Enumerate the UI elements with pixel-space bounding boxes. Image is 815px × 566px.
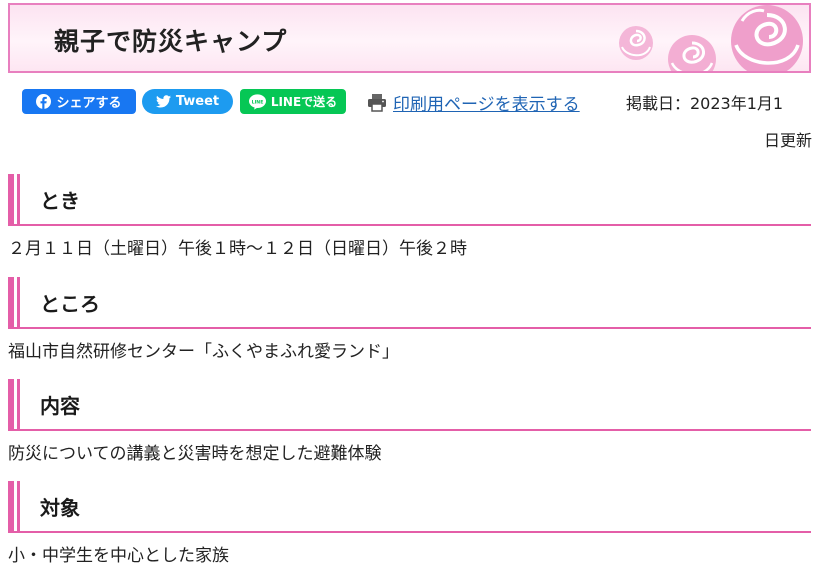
section-heading-target: 対象 xyxy=(8,481,811,533)
section-body-when: ２月１１日（土曜日）午後１時～１２日（日曜日）午後２時 xyxy=(8,239,467,259)
print-page-label: 印刷用ページを表示する xyxy=(393,95,580,115)
facebook-icon xyxy=(36,94,52,109)
print-page-link[interactable]: 印刷用ページを表示する xyxy=(367,90,580,115)
facebook-share-button[interactable]: シェアする xyxy=(22,89,136,114)
section-heading-label: ところ xyxy=(40,292,100,316)
section-heading-label: とき xyxy=(40,189,80,213)
twitter-tweet-button[interactable]: Tweet xyxy=(142,89,233,114)
section-heading-when: とき xyxy=(8,174,811,226)
rose-decoration-icon xyxy=(731,5,803,71)
printer-icon xyxy=(368,94,386,112)
line-share-label: LINEで送る xyxy=(270,95,338,109)
section-heading-label: 内容 xyxy=(40,394,80,418)
section-body-where: 福山市自然研修センター「ふくやまふれ愛ランド」 xyxy=(8,342,399,362)
rose-decoration-icon xyxy=(619,26,653,60)
posted-date-line2: 日更新 xyxy=(763,131,812,150)
facebook-share-label: シェアする xyxy=(56,96,122,111)
posted-date: 掲載日：2023年1月1 日更新 xyxy=(626,85,812,159)
section-heading-label: 対象 xyxy=(40,496,80,520)
section-heading-where: ところ xyxy=(8,277,811,329)
section-body-target: 小・中学生を中心とした家族 xyxy=(8,546,229,566)
section-body-content: 防災についての講義と災害時を想定した避難体験 xyxy=(8,444,382,464)
share-toolbar: シェアする Tweet LINE LINEで送る 印刷用ページを表示する 掲載日… xyxy=(22,89,812,150)
line-icon: LINE xyxy=(248,93,266,110)
page-title-banner: 親子で防災キャンプ xyxy=(8,3,811,73)
svg-text:LINE: LINE xyxy=(251,99,263,105)
rose-decoration-icon xyxy=(668,35,716,71)
page-title: 親子で防災キャンプ xyxy=(54,27,288,56)
twitter-tweet-label: Tweet xyxy=(175,94,220,109)
posted-date-line1: 掲載日：2023年1月1 xyxy=(626,94,784,113)
twitter-bird-icon xyxy=(155,95,171,108)
section-heading-content: 内容 xyxy=(8,379,811,431)
line-share-button[interactable]: LINE LINEで送る xyxy=(240,89,346,114)
